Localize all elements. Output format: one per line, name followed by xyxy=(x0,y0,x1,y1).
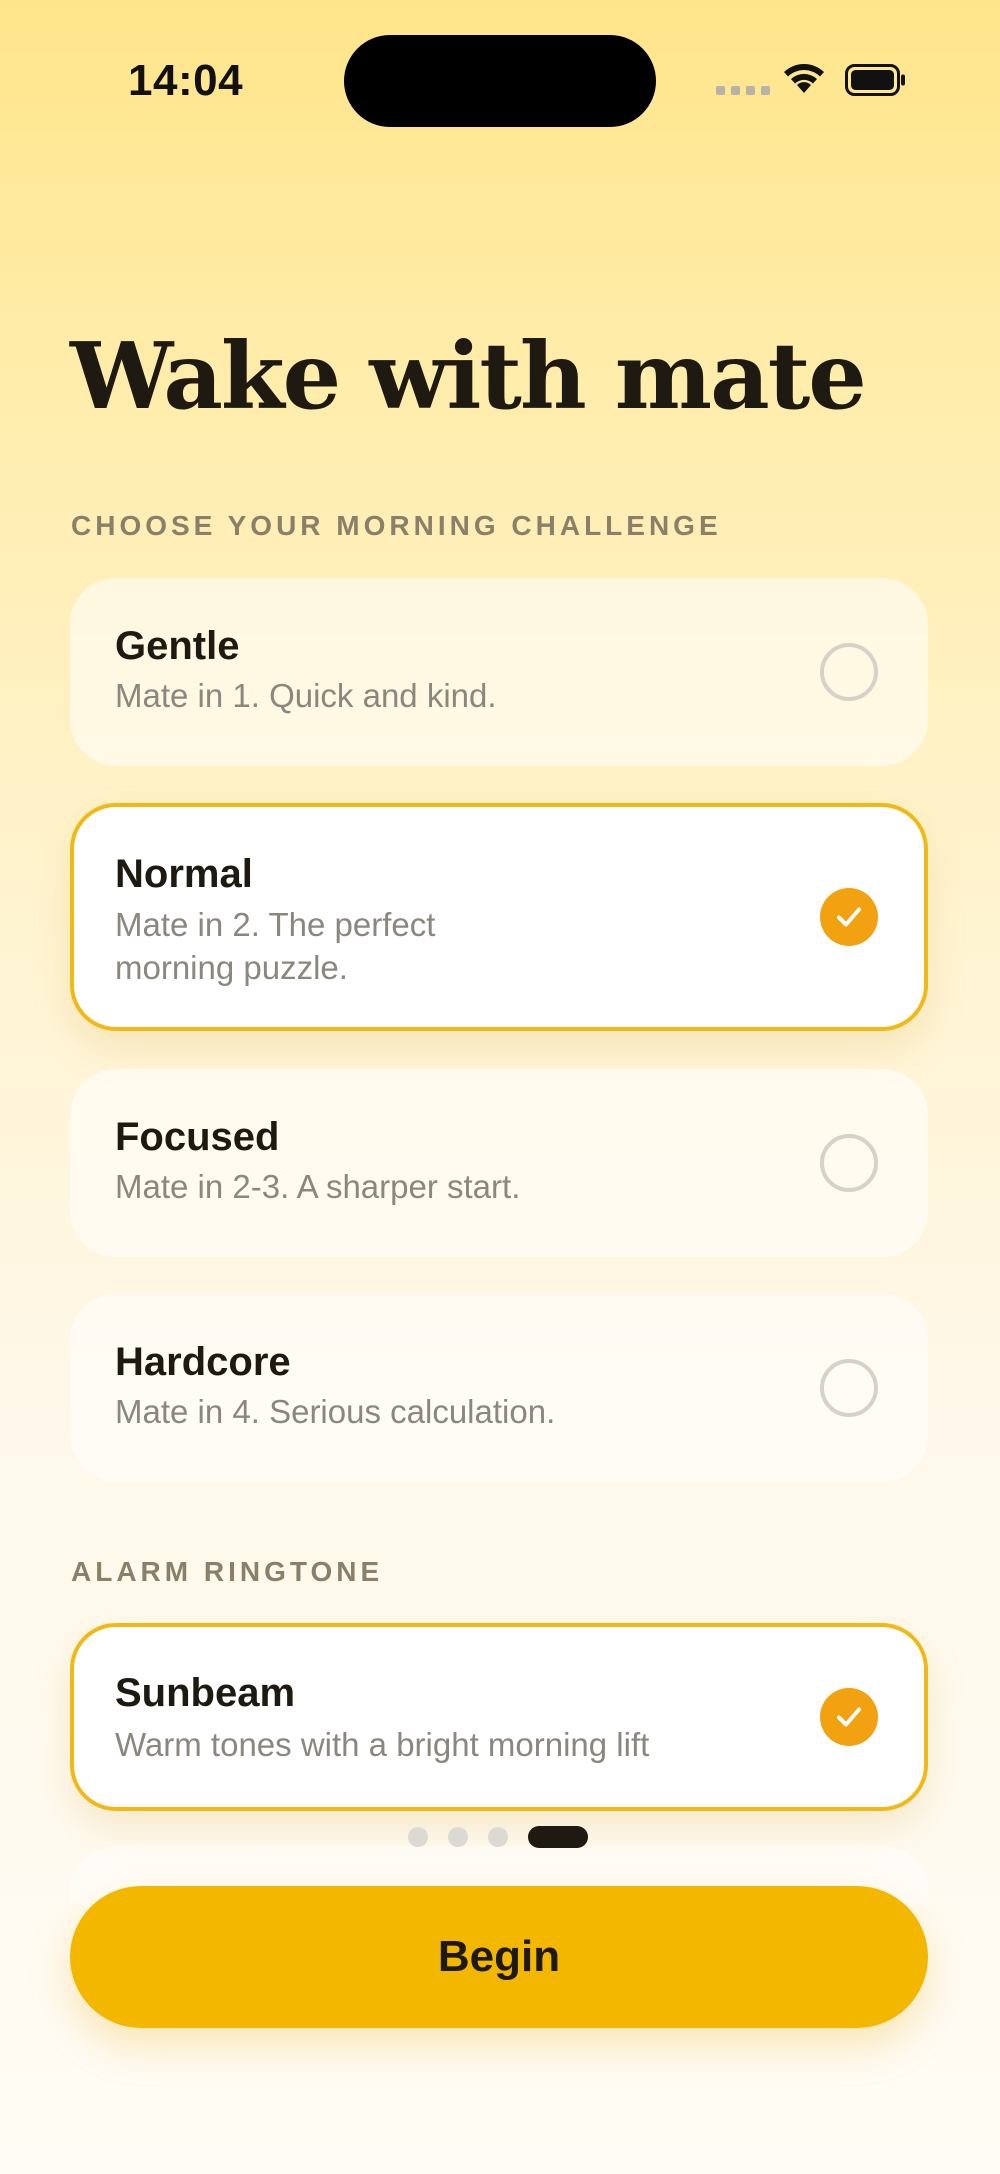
page-title: Wake with mate xyxy=(70,322,867,430)
page-indicator xyxy=(408,1826,588,1848)
radio-unchecked-icon[interactable] xyxy=(820,1134,878,1192)
dynamic-island xyxy=(344,35,656,127)
status-time: 14:04 xyxy=(128,56,244,105)
checkmark-icon[interactable] xyxy=(820,1688,878,1746)
challenge-section-label: CHOOSE YOUR MORNING CHALLENGE xyxy=(71,510,722,541)
page-dot[interactable] xyxy=(408,1827,428,1847)
challenge-option-normal[interactable]: Normal Mate in 2. The perfect morning pu… xyxy=(70,803,928,1031)
option-description: Mate in 4. Serious calculation. xyxy=(115,1393,556,1430)
option-description: Mate in 2-3. A sharper start. xyxy=(115,1168,521,1205)
status-bar: 14:04 xyxy=(0,0,1000,160)
radio-unchecked-icon[interactable] xyxy=(820,1359,878,1417)
option-title: Sunbeam xyxy=(115,1671,296,1715)
challenge-option-hardcore[interactable]: Hardcore Mate in 4. Serious calculation. xyxy=(70,1294,928,1482)
challenge-option-focused[interactable]: Focused Mate in 2-3. A sharper start. xyxy=(70,1069,928,1257)
option-title: Gentle xyxy=(115,624,240,668)
page-dot-active[interactable] xyxy=(528,1826,588,1848)
wifi-icon xyxy=(784,64,824,93)
option-title: Hardcore xyxy=(115,1340,291,1384)
cellular-signal-icon xyxy=(716,86,770,95)
page-dot[interactable] xyxy=(488,1827,508,1847)
checkmark-icon[interactable] xyxy=(820,888,878,946)
ringtone-section-label: ALARM RINGTONE xyxy=(71,1556,384,1587)
option-title: Focused xyxy=(115,1115,280,1159)
challenge-option-gentle[interactable]: Gentle Mate in 1. Quick and kind. xyxy=(70,578,928,766)
option-description: Mate in 1. Quick and kind. xyxy=(115,677,497,714)
option-description: Warm tones with a bright morning lift xyxy=(115,1726,650,1763)
option-description: Mate in 2. The perfect morning puzzle. xyxy=(115,906,436,986)
battery-icon xyxy=(845,64,905,96)
ringtone-option-sunbeam[interactable]: Sunbeam Warm tones with a bright morning… xyxy=(70,1623,928,1811)
option-title: Normal xyxy=(115,852,253,896)
begin-button[interactable]: Begin xyxy=(70,1886,928,2028)
radio-unchecked-icon[interactable] xyxy=(820,643,878,701)
page-dot[interactable] xyxy=(448,1827,468,1847)
